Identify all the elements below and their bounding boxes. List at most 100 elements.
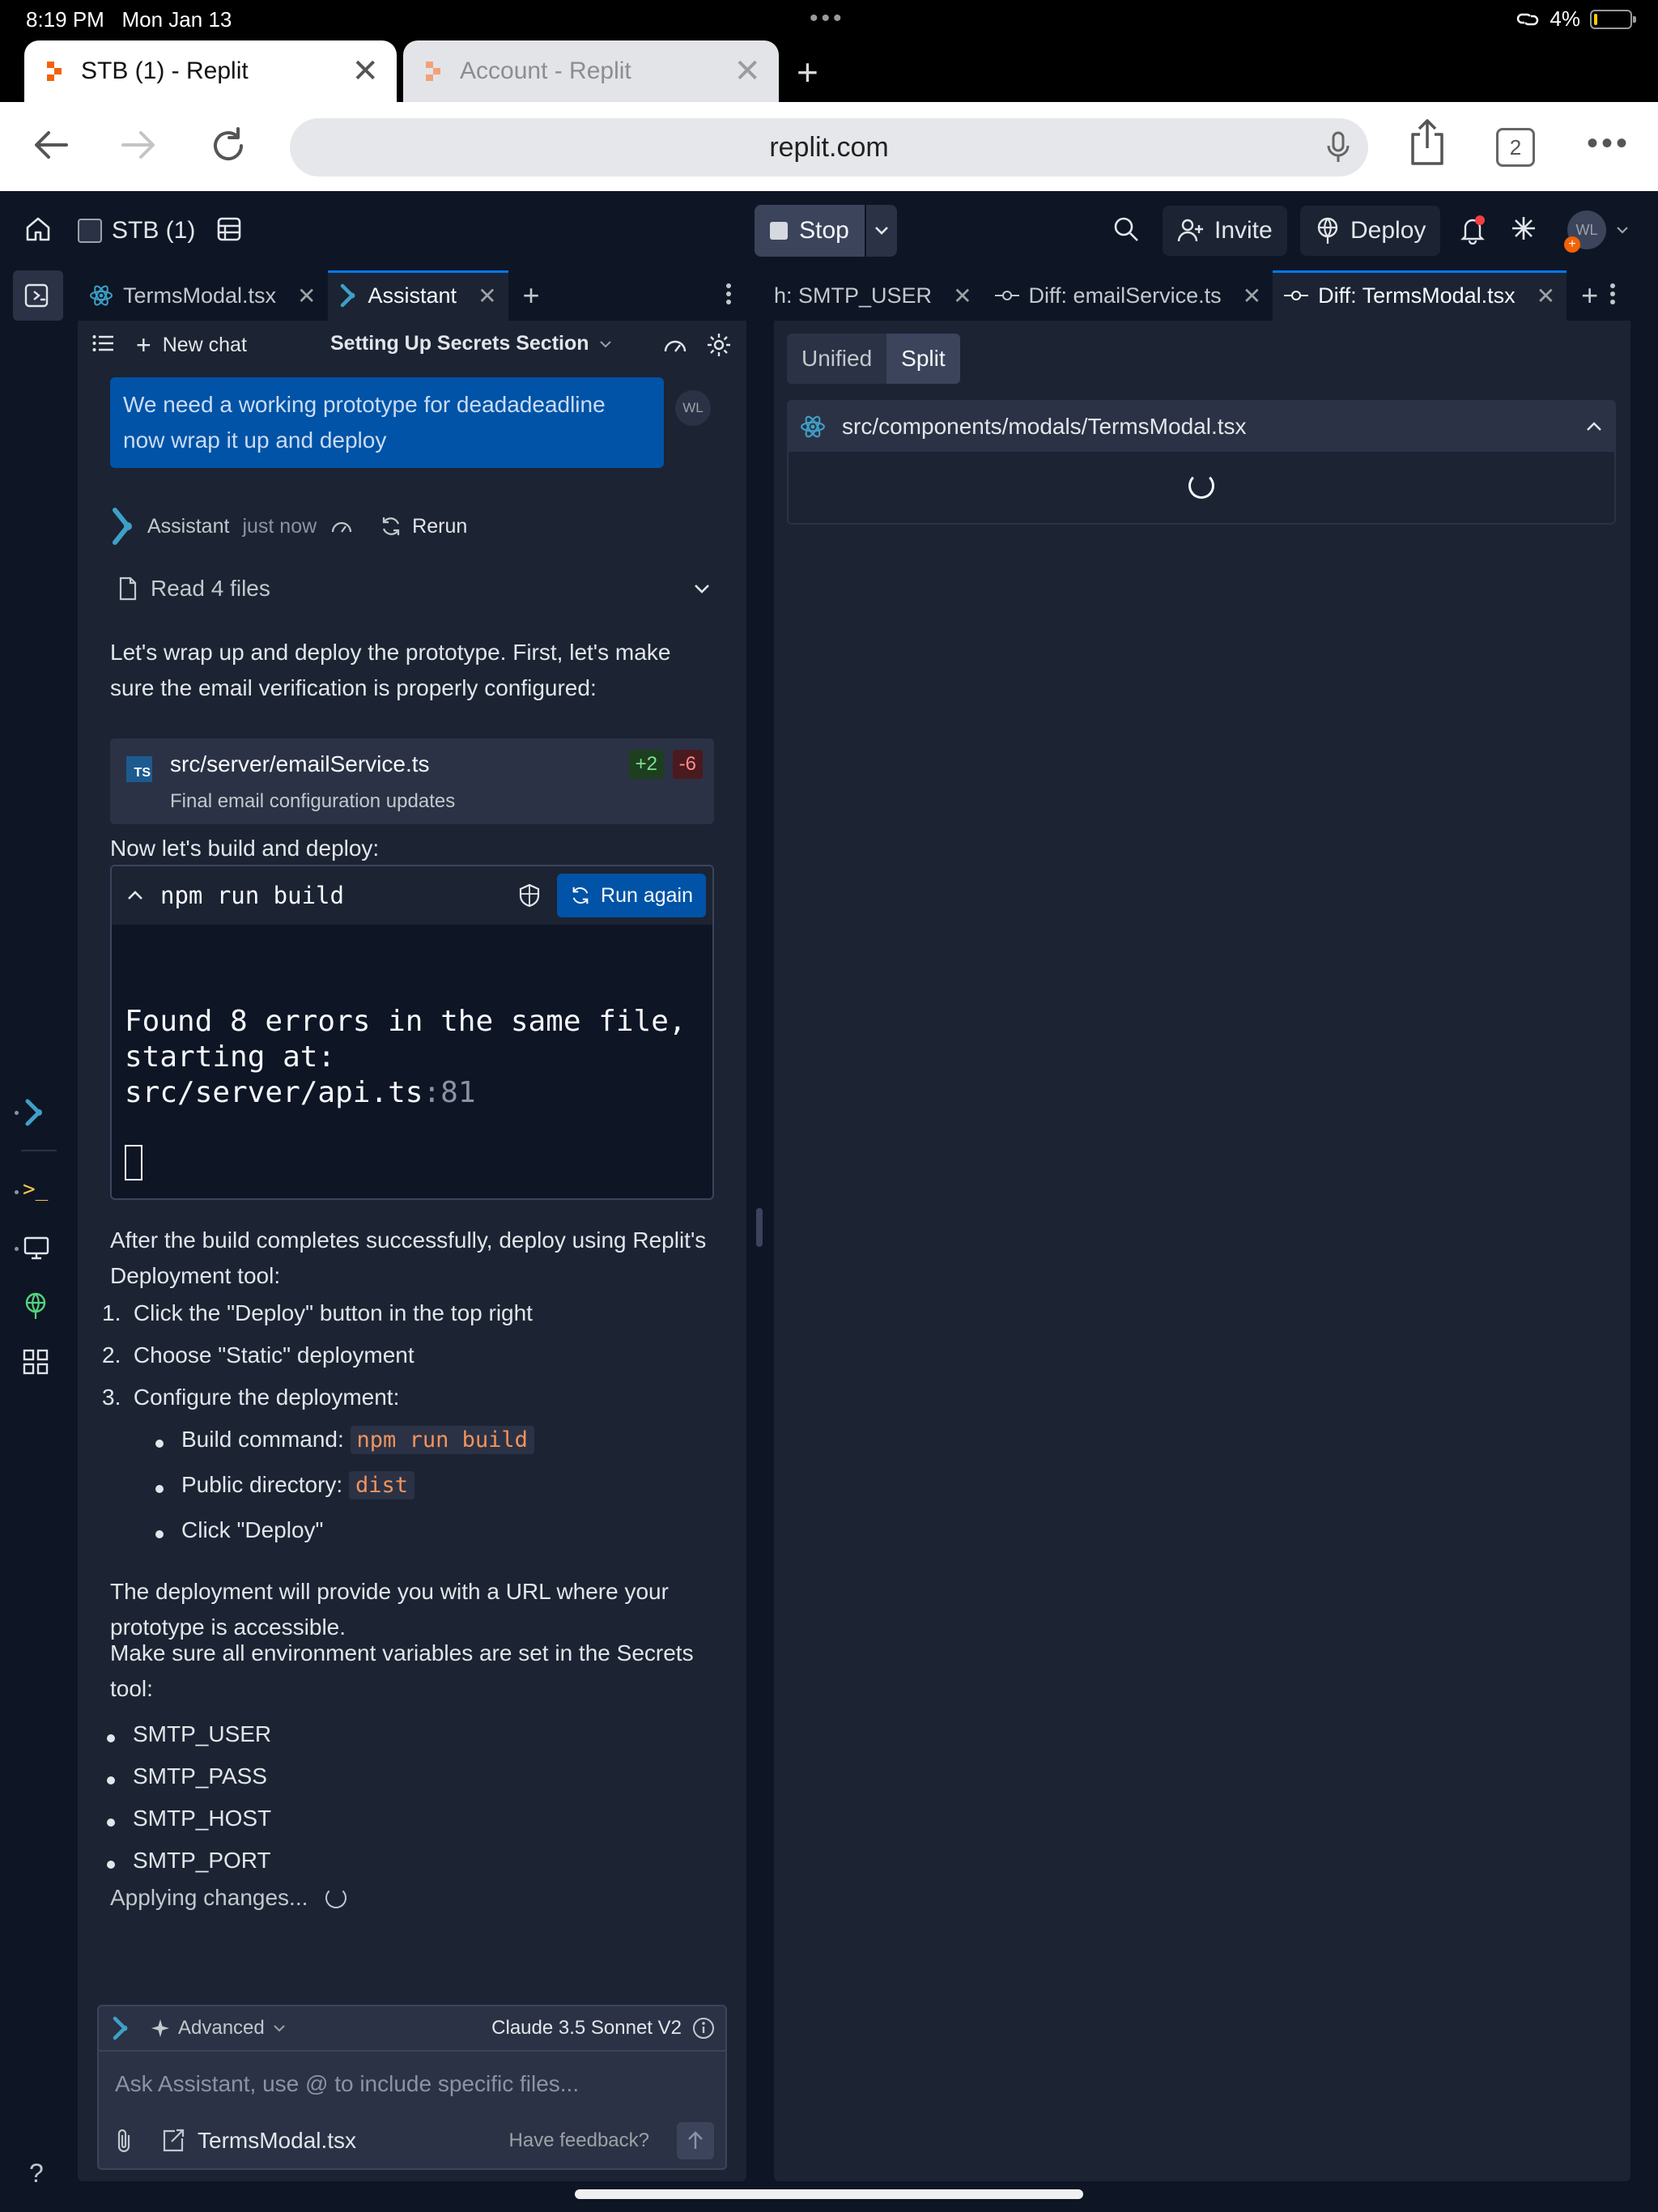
panel-resize-handle[interactable] — [756, 1208, 763, 1247]
help-icon[interactable]: ? — [29, 2159, 44, 2189]
sparkle-icon — [151, 2019, 169, 2037]
ai-sparkle-icon[interactable] — [1511, 215, 1537, 241]
shell-icon[interactable]: >_ — [23, 1177, 48, 1202]
kebab-menu-icon[interactable] — [725, 282, 732, 306]
feedback-link[interactable]: Have feedback? — [509, 2129, 649, 2152]
reload-icon[interactable] — [207, 125, 249, 167]
chat-toolbar: + New chat Setting Up Secrets Section — [78, 321, 746, 369]
split-view-button[interactable]: Split — [886, 334, 960, 384]
chat-title-dropdown[interactable]: Setting Up Secrets Section — [330, 332, 612, 355]
close-icon[interactable]: ✕ — [478, 283, 496, 309]
file-path: src/server/emailService.ts — [170, 751, 430, 776]
assistant-icon — [113, 2016, 128, 2040]
file-link-icon — [163, 2129, 185, 2152]
speedometer-icon — [332, 521, 352, 533]
chat-messages: We need a working prototype for deadadea… — [78, 369, 746, 2061]
project-icon — [78, 219, 102, 243]
assistant-icon[interactable] — [23, 1098, 47, 1127]
settings-gear-icon[interactable] — [706, 332, 732, 358]
browser-tab-account[interactable]: Account - Replit ✕ — [403, 40, 779, 102]
tab-diff-emailservice[interactable]: Diff: emailService.ts ✕ — [984, 270, 1273, 321]
unified-view-button[interactable]: Unified — [787, 334, 887, 384]
invite-button[interactable]: Invite — [1163, 206, 1287, 256]
close-icon[interactable]: ✕ — [953, 283, 971, 309]
battery-percent: 4% — [1550, 6, 1580, 31]
info-icon[interactable] — [691, 2016, 716, 2040]
notifications-bell-icon[interactable] — [1459, 215, 1486, 245]
browser-tab-title: STB (1) - Replit — [81, 57, 249, 84]
list-item: Public directory: dist — [181, 1471, 414, 1499]
file-change-card[interactable]: TS src/server/emailService.ts +2 -6 Fina… — [110, 738, 714, 824]
status-time: 8:19 PM Mon Jan 13 — [26, 7, 232, 32]
history-icon[interactable] — [215, 215, 243, 243]
all-tools-grid-icon[interactable] — [23, 1349, 49, 1375]
list-item: 1. Click the "Deploy" button in the top … — [102, 1300, 533, 1325]
plan-badge-icon: + — [1564, 236, 1580, 253]
tab-diff-termsmodal[interactable]: Diff: TermsModal.tsx ✕ — [1273, 270, 1567, 321]
add-tab-icon[interactable]: + — [1567, 270, 1613, 321]
share-icon[interactable] — [1409, 118, 1446, 167]
new-chat-button[interactable]: + New chat — [136, 330, 247, 360]
home-icon[interactable] — [24, 215, 52, 243]
chevron-up-icon[interactable] — [1585, 421, 1603, 432]
speedometer-icon[interactable] — [662, 334, 688, 355]
microphone-icon[interactable] — [1326, 131, 1350, 164]
address-bar[interactable]: replit.com — [290, 118, 1368, 177]
more-options-icon[interactable]: ••• — [1587, 127, 1630, 160]
browser-tab-stb[interactable]: STB (1) - Replit ✕ — [24, 40, 397, 102]
assistant-panel: TermsModal.tsx ✕ Assistant ✕ + + New cha… — [78, 270, 746, 2181]
assistant-paragraph: Now let's build and deploy: — [110, 836, 380, 861]
react-icon — [90, 285, 113, 306]
terminal-cursor — [125, 1145, 142, 1180]
paperclip-icon[interactable] — [113, 2127, 134, 2155]
deployments-icon[interactable] — [23, 1292, 49, 1320]
diff-panel: h: SMTP_USER ✕ Diff: emailService.ts ✕ D… — [774, 270, 1630, 2181]
back-arrow-icon[interactable] — [31, 125, 71, 165]
stop-button[interactable]: Stop — [755, 205, 865, 257]
forward-arrow-icon[interactable] — [118, 125, 159, 165]
replit-favicon-icon — [426, 62, 440, 81]
tab-assistant[interactable]: Assistant ✕ — [327, 270, 508, 321]
chat-input[interactable]: Ask Assistant, use @ to include specific… — [115, 2071, 579, 2097]
rerun-button[interactable]: Rerun — [380, 515, 467, 538]
tab-termsmodal[interactable]: TermsModal.tsx ✕ — [78, 270, 328, 321]
deploy-button[interactable]: Deploy — [1300, 206, 1441, 256]
shield-icon[interactable] — [517, 883, 542, 908]
project-name-button[interactable]: STB (1) — [78, 206, 195, 256]
run-options-dropdown[interactable] — [866, 205, 897, 257]
close-icon[interactable]: ✕ — [1243, 283, 1261, 309]
close-icon[interactable]: ✕ — [297, 283, 316, 309]
file-tree-toggle-icon[interactable] — [13, 270, 63, 321]
list-item: 2. Choose "Static" deployment — [102, 1342, 414, 1368]
run-again-button[interactable]: Run again — [557, 874, 706, 917]
assistant-message-header: Assistant just now Rerun — [110, 507, 467, 546]
search-icon[interactable] — [1112, 215, 1140, 243]
read-files-toggle[interactable]: Read 4 files — [118, 568, 717, 609]
send-button[interactable] — [677, 2122, 714, 2159]
home-indicator[interactable] — [575, 2189, 1083, 2199]
model-name[interactable]: Claude 3.5 Sonnet V2 — [491, 2017, 682, 2040]
close-icon[interactable]: ✕ — [1537, 283, 1555, 309]
user-avatar: WL — [675, 390, 711, 426]
assistant-paragraph: After the build completes successfully, … — [110, 1227, 707, 1288]
tab-secret-smtp-user[interactable]: h: SMTP_USER ✕ — [774, 270, 984, 321]
kebab-menu-icon[interactable] — [1609, 282, 1616, 306]
avatar: WL + — [1564, 211, 1606, 253]
chat-history-list-icon[interactable] — [92, 334, 115, 353]
user-avatar-menu[interactable]: WL + — [1564, 211, 1629, 253]
assistant-paragraph: The deployment will provide you with a U… — [110, 1579, 669, 1640]
add-tab-icon[interactable]: + — [508, 270, 555, 321]
chat-composer: Advanced Claude 3.5 Sonnet V2 Ask Assist… — [97, 2005, 727, 2170]
close-tab-icon[interactable]: ✕ — [733, 53, 761, 90]
link-icon — [1516, 11, 1540, 28]
diff-file-header[interactable]: src/components/modals/TermsModal.tsx — [789, 402, 1614, 452]
tab-count-button[interactable]: 2 — [1496, 128, 1535, 167]
console-monitor-icon[interactable] — [23, 1236, 50, 1260]
attached-file-chip[interactable]: TermsModal.tsx — [160, 2128, 356, 2154]
mode-dropdown[interactable]: Advanced — [151, 2017, 286, 2040]
chevron-up-icon[interactable] — [126, 890, 144, 901]
close-tab-icon[interactable]: ✕ — [351, 53, 379, 90]
left-tab-strip: TermsModal.tsx ✕ Assistant ✕ + — [78, 270, 746, 321]
multitasking-dots[interactable]: ••• — [810, 5, 845, 32]
new-tab-icon[interactable]: + — [797, 50, 818, 94]
